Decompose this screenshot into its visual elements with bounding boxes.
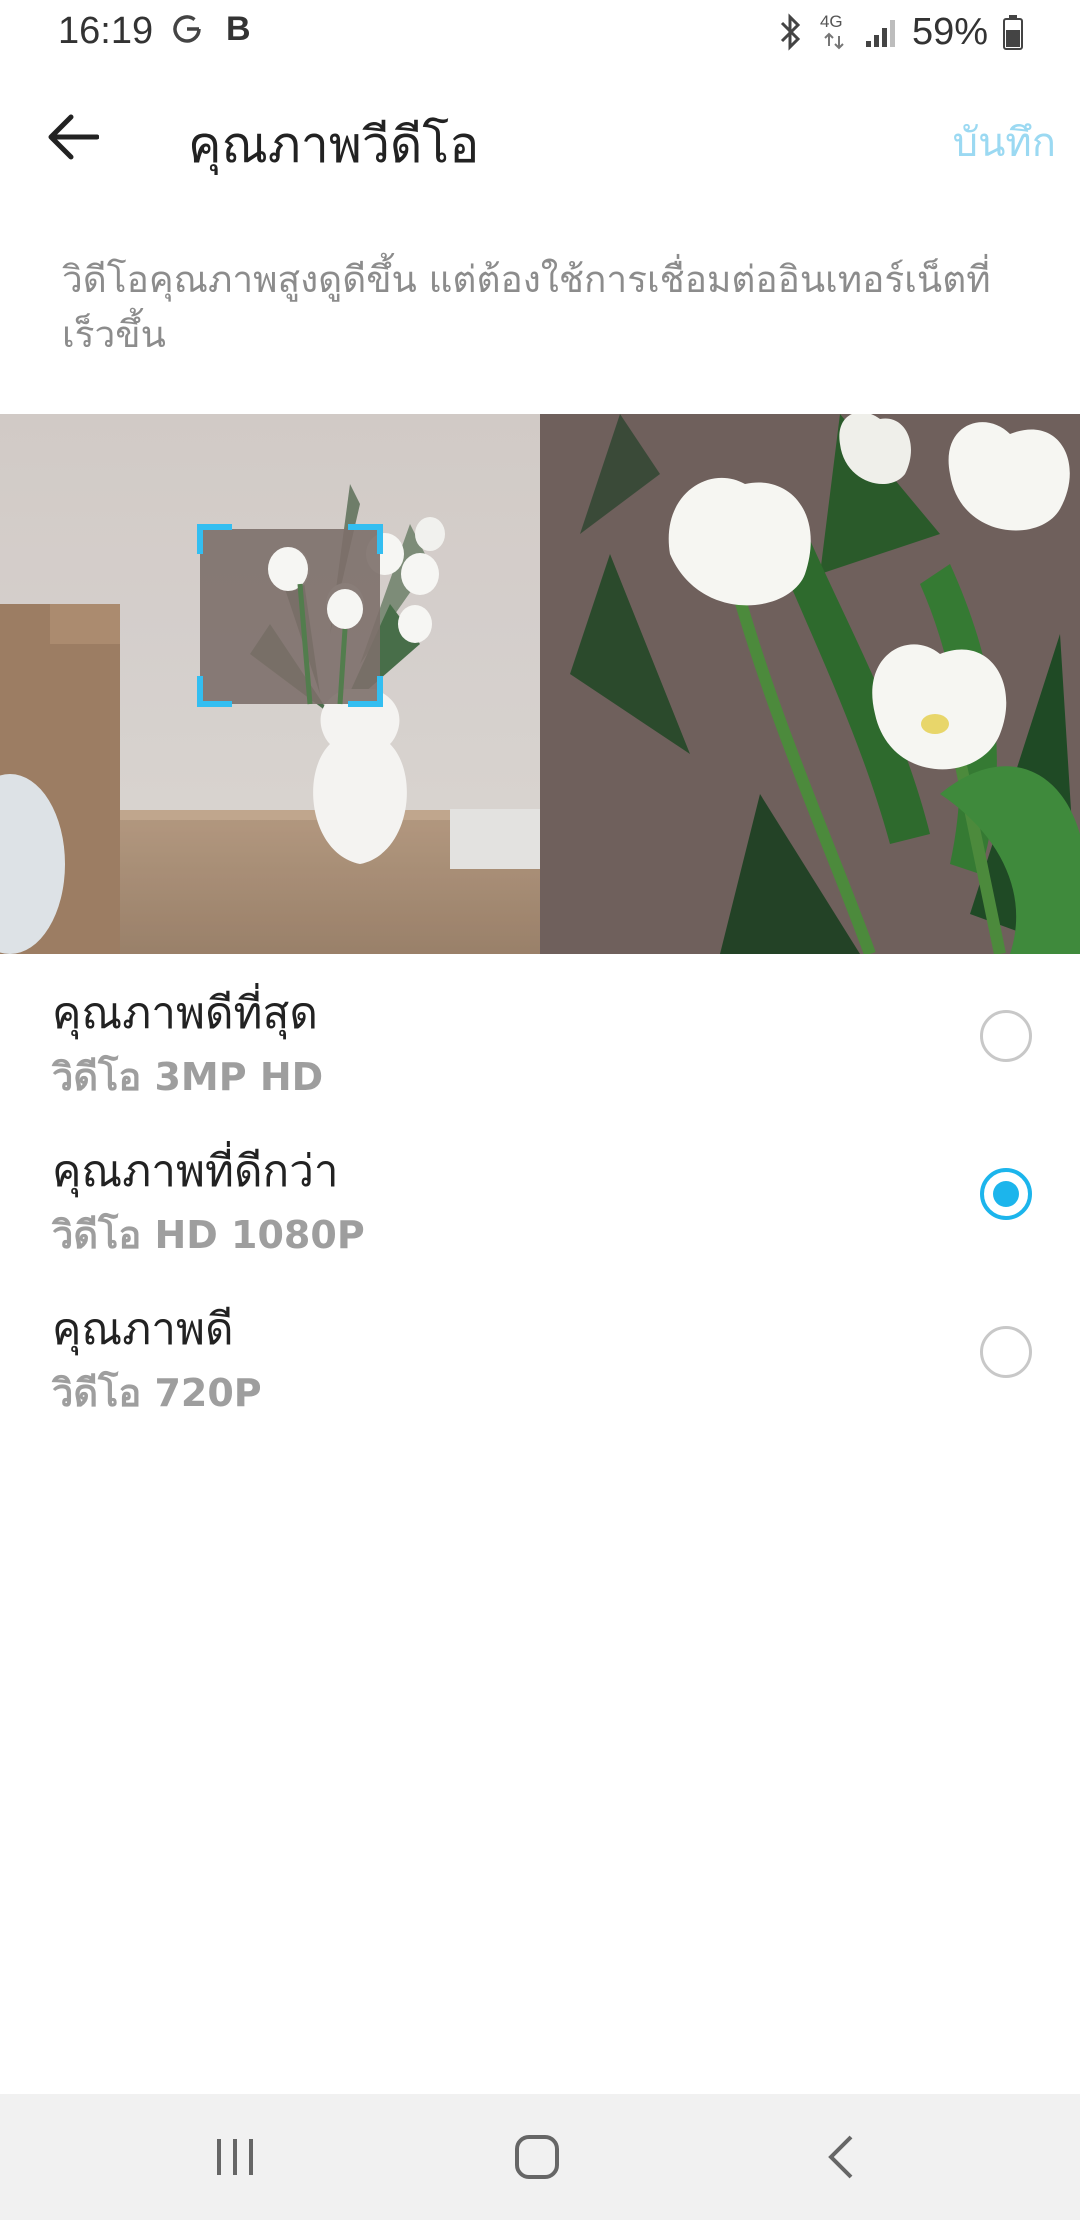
battery-icon: [1003, 15, 1023, 50]
battery-percent: 59%: [911, 10, 988, 53]
radio-better-quality[interactable]: [980, 1168, 1032, 1220]
network-4g-icon: 4G: [818, 12, 850, 52]
radio-good-quality[interactable]: [980, 1326, 1032, 1378]
arrow-left-icon: [48, 114, 99, 160]
recent-apps-button[interactable]: [190, 2124, 280, 2190]
signal-icon: [865, 20, 895, 47]
option-title: คุณภาพดีที่สุด: [52, 988, 318, 1039]
option-title: คุณภาพที่ดีกว่า: [52, 1146, 339, 1197]
page-title: คุณภาพวีดีโอ: [188, 116, 480, 174]
preview-wide-image: [0, 414, 540, 954]
video-quality-preview: [0, 414, 1080, 954]
network-label: 4G: [819, 12, 843, 31]
status-indicators: 4G 59%: [776, 10, 1024, 54]
recent-apps-icon: [217, 2139, 253, 2175]
option-good-quality[interactable]: คุณภาพดี วิดีโอ 720P: [0, 1276, 1080, 1434]
system-nav-bar: [0, 2094, 1080, 2220]
option-better-quality[interactable]: คุณภาพที่ดีกว่า วิดีโอ HD 1080P: [0, 1118, 1080, 1276]
option-title: คุณภาพดี: [52, 1304, 234, 1355]
home-button[interactable]: [492, 2124, 582, 2190]
chevron-left-icon: [828, 2135, 853, 2179]
preview-zoomed-image: [540, 414, 1080, 954]
system-back-button[interactable]: [795, 2124, 885, 2190]
description-text: วิดีโอคุณภาพสูงดูดีขึ้น แต่ต้องใช้การเชื…: [62, 258, 991, 356]
b-status-icon: B: [226, 10, 251, 48]
option-subtitle: วิดีโอ HD 1080P: [52, 1213, 365, 1257]
status-time: 16:19: [58, 10, 154, 52]
save-button[interactable]: บันทึก: [953, 110, 1056, 174]
bluetooth-icon: [780, 13, 801, 51]
status-bar: 16:19 B 4G 59%: [0, 0, 1080, 66]
option-subtitle: วิดีโอ 3MP HD: [52, 1055, 324, 1099]
back-button[interactable]: [38, 102, 108, 172]
option-best-quality[interactable]: คุณภาพดีที่สุด วิดีโอ 3MP HD: [0, 960, 1080, 1118]
quality-options-list: คุณภาพดีที่สุด วิดีโอ 3MP HD คุณภาพที่ดี…: [0, 960, 1080, 1434]
radio-best-quality[interactable]: [980, 1010, 1032, 1062]
option-subtitle: วิดีโอ 720P: [52, 1371, 262, 1415]
home-icon: [515, 2135, 559, 2179]
app-bar: คุณภาพวีดีโอ บันทึก: [0, 66, 1080, 206]
google-g-icon: [173, 15, 201, 43]
